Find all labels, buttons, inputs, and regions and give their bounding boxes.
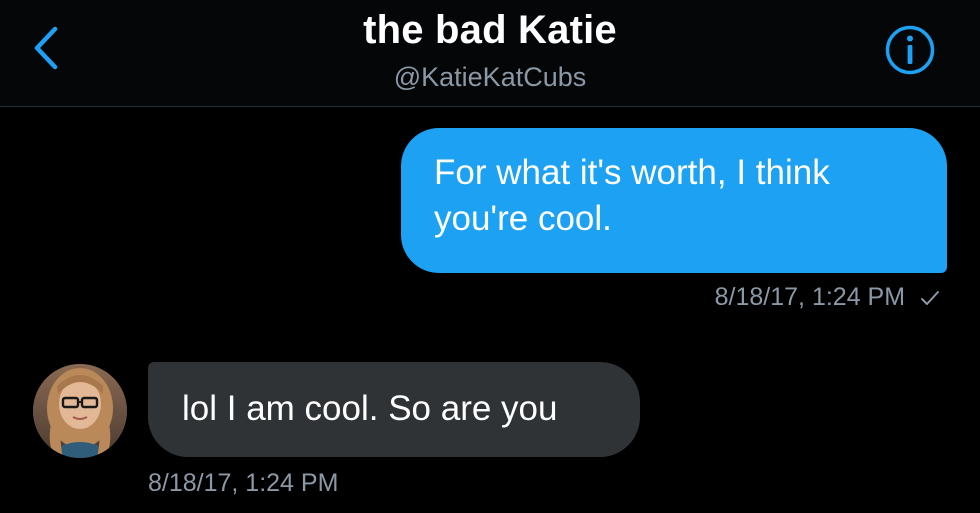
incoming-message-meta: 8/18/17, 1:24 PM (148, 469, 338, 498)
checkmark-icon (921, 291, 939, 306)
conversation-title[interactable]: the bad Katie (0, 8, 980, 53)
message-timestamp: 8/18/17, 1:24 PM (148, 469, 339, 497)
info-icon (885, 25, 935, 75)
outgoing-message-bubble[interactable]: For what it's worth, I think you're cool… (401, 128, 947, 273)
outgoing-message-meta: 8/18/17, 1:24 PM (560, 283, 940, 312)
conversation-handle[interactable]: @KatieKatCubs (0, 62, 980, 93)
user-avatar-icon (33, 364, 127, 458)
message-timestamp: 8/18/17, 1:24 PM (714, 283, 906, 311)
incoming-message-bubble[interactable]: lol I am cool. So are you (148, 362, 640, 457)
conversation-header: the bad Katie @KatieKatCubs (0, 0, 980, 107)
avatar[interactable] (33, 364, 127, 458)
info-button[interactable] (884, 24, 936, 76)
